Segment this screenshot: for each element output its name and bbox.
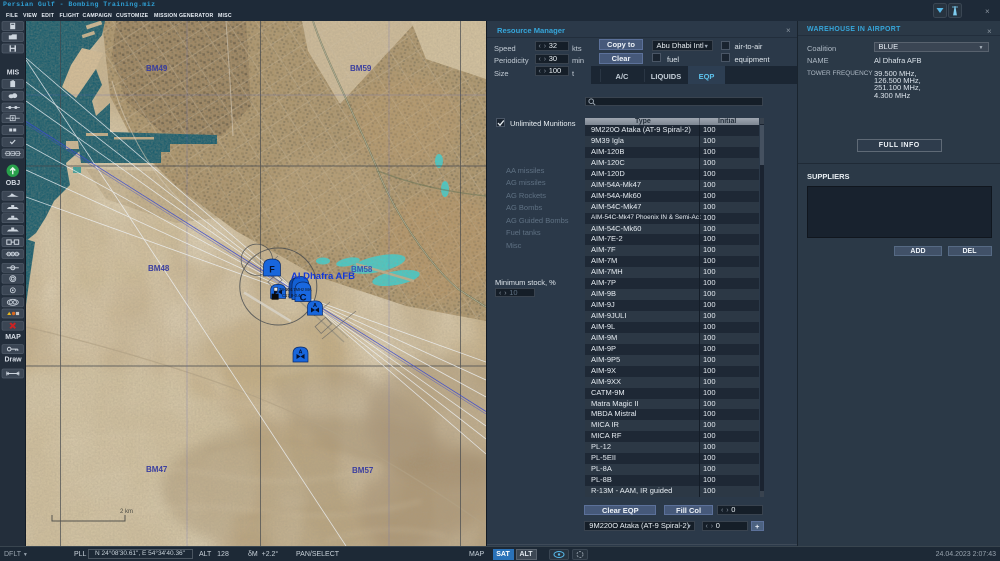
svg-text:BM59: BM59 [350, 64, 372, 73]
svg-text:A: A [313, 303, 317, 309]
svg-text:Draw: Draw [4, 357, 22, 364]
svg-text:F: F [269, 265, 275, 275]
svg-text:38-104.7MHz MA: 38-104.7MHz MA [279, 287, 312, 292]
svg-text:C: C [300, 293, 307, 304]
svg-text:Al Dhafra AFB: Al Dhafra AFB [291, 271, 355, 282]
svg-text:BM47: BM47 [146, 465, 168, 474]
svg-text:A: A [299, 350, 303, 356]
svg-text:C17 0-0.4: C17 0-0.4 [282, 293, 301, 298]
svg-text:MAP: MAP [5, 334, 21, 341]
svg-text:BM57: BM57 [352, 466, 374, 475]
svg-text:MIS: MIS [7, 70, 20, 77]
svg-text:BM48: BM48 [148, 264, 170, 273]
svg-text:OBJ: OBJ [6, 180, 21, 187]
svg-text:BM49: BM49 [146, 64, 168, 73]
svg-text:2 km: 2 km [120, 509, 133, 515]
